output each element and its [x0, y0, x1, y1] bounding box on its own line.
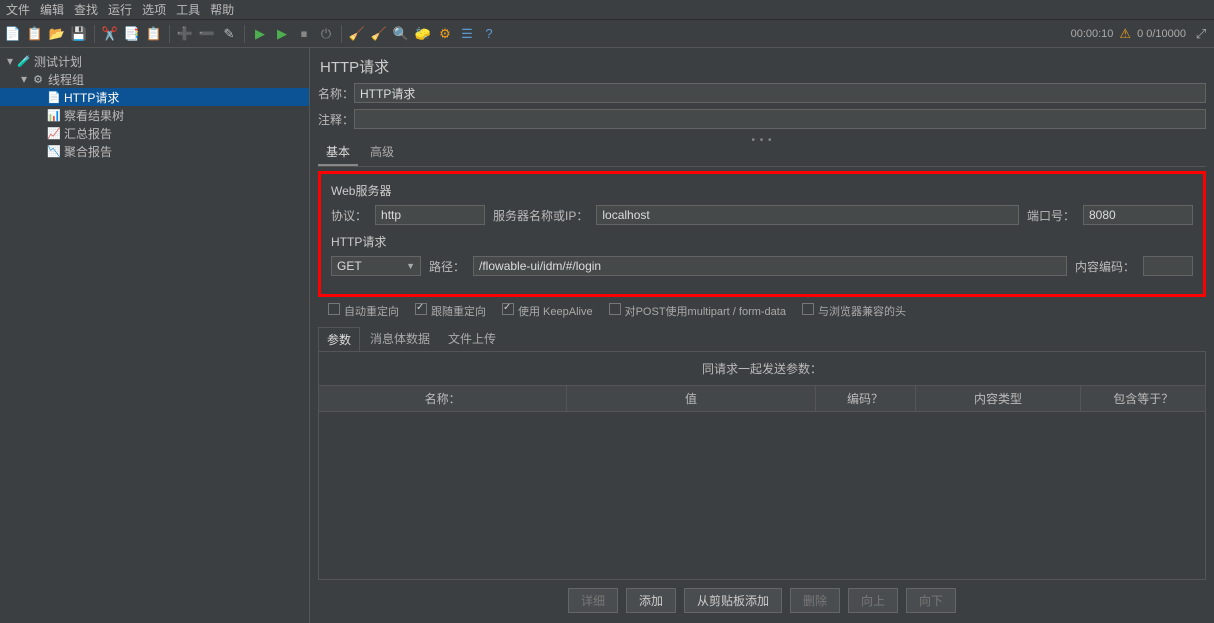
webserver-group-label: Web服务器: [331, 182, 1193, 199]
chk-follow-redirect[interactable]: 跟随重定向: [415, 303, 486, 319]
web-server-section: Web服务器 协议： 服务器名称或IP： 端口号： HTTP请求 GET ▼ 路…: [318, 171, 1206, 297]
col-value: 值: [567, 386, 815, 411]
col-name: 名称：: [319, 386, 567, 411]
test-plan-tree[interactable]: ▾🧪 测试计划 ▾⚙ 线程组 📄 HTTP请求 📊 察看结果树 📈 汇总报告 📉…: [0, 48, 310, 623]
encoding-input[interactable]: [1143, 256, 1193, 276]
server-input[interactable]: [596, 205, 1019, 225]
warning-icon[interactable]: ⚠: [1119, 26, 1131, 42]
save-icon[interactable]: 💾: [70, 25, 88, 43]
panel-title: HTTP请求: [320, 56, 1206, 77]
chk-browser-headers[interactable]: 与浏览器兼容的头: [802, 303, 906, 319]
thread-counts: 0 0/10000: [1137, 28, 1186, 40]
menu-edit[interactable]: 编辑: [40, 1, 64, 18]
tab-basic[interactable]: 基本: [318, 141, 358, 166]
chk-auto-redirect[interactable]: 自动重定向: [328, 303, 399, 319]
method-value: GET: [337, 259, 362, 273]
httpreq-group-label: HTTP请求: [331, 233, 1193, 250]
toolbar: 📄 📋 📂 💾 ✂️ 📑 📋 ➕ ➖ ✎ ▶ ▶ ⏹ ⏻ 🧹 🧹 🔍 🧽 ⚙ ☰…: [0, 20, 1214, 48]
protocol-input[interactable]: [375, 205, 485, 225]
menu-tools[interactable]: 工具: [176, 1, 200, 18]
chk-keepalive[interactable]: 使用 KeepAlive: [502, 303, 593, 319]
col-include: 包含等于？: [1081, 386, 1205, 411]
protocol-label: 协议：: [331, 207, 367, 224]
chk-multipart[interactable]: 对POST使用multipart / form-data: [609, 303, 786, 319]
minus-icon[interactable]: ➖: [198, 25, 216, 43]
stop-icon[interactable]: ⏹: [295, 25, 313, 43]
delete-button[interactable]: 删除: [790, 588, 840, 613]
copy-icon[interactable]: 📑: [123, 25, 141, 43]
help-icon[interactable]: ?: [480, 25, 498, 43]
tab-upload[interactable]: 文件上传: [440, 327, 504, 351]
menu-run[interactable]: 运行: [108, 1, 132, 18]
tree-label: 察看结果树: [64, 107, 124, 124]
function-helper-icon[interactable]: ⚙: [436, 25, 454, 43]
templates-icon[interactable]: 📋: [26, 25, 44, 43]
options-row: 自动重定向 跟随重定向 使用 KeepAlive 对POST使用multipar…: [318, 299, 1206, 323]
down-button[interactable]: 向下: [906, 588, 956, 613]
tree-node-http-request[interactable]: 📄 HTTP请求: [0, 88, 309, 106]
list-icon[interactable]: ☰: [458, 25, 476, 43]
col-content-type: 内容类型: [916, 386, 1082, 411]
elapsed-time: 00:00:10: [1071, 28, 1114, 40]
comment-input[interactable]: [354, 109, 1206, 129]
expand-icon[interactable]: ⤢: [1192, 25, 1210, 43]
tree-label: 测试计划: [34, 53, 82, 70]
wand-icon[interactable]: ✎: [220, 25, 238, 43]
menu-options[interactable]: 选项: [142, 1, 166, 18]
search-icon[interactable]: 🔍: [392, 25, 410, 43]
tree-label: 线程组: [48, 71, 84, 88]
config-tabs: 基本 高级: [318, 141, 1206, 167]
tree-node-summary-report[interactable]: 📈 汇总报告: [0, 124, 309, 142]
params-title: 同请求一起发送参数：: [319, 352, 1205, 385]
params-header: 名称： 值 编码？ 内容类型 包含等于？: [319, 385, 1205, 412]
path-label: 路径：: [429, 258, 465, 275]
method-select[interactable]: GET ▼: [331, 256, 421, 276]
param-tabs: 参数 消息体数据 文件上传: [318, 327, 1206, 351]
encoding-label: 内容编码：: [1075, 258, 1135, 275]
tab-body[interactable]: 消息体数据: [362, 327, 438, 351]
editor-panel: HTTP请求 名称： 注释： • • • 基本 高级 Web服务器 协议： 服务…: [310, 48, 1214, 623]
server-label: 服务器名称或IP：: [493, 207, 588, 224]
cut-icon[interactable]: ✂️: [101, 25, 119, 43]
run-icon[interactable]: ▶: [251, 25, 269, 43]
col-encode: 编码？: [816, 386, 916, 411]
tab-params[interactable]: 参数: [318, 327, 360, 351]
port-label: 端口号：: [1027, 207, 1075, 224]
open-icon[interactable]: 📂: [48, 25, 66, 43]
bottom-button-bar: 详细 添加 从剪贴板添加 删除 向上 向下: [318, 580, 1206, 619]
clear-all-icon[interactable]: 🧹: [370, 25, 388, 43]
new-icon[interactable]: 📄: [4, 25, 22, 43]
name-label: 名称：: [318, 85, 354, 102]
plus-icon[interactable]: ➕: [176, 25, 194, 43]
tree-node-aggregate-report[interactable]: 📉 聚合报告: [0, 142, 309, 160]
tree-label: 聚合报告: [64, 143, 112, 160]
params-table-body[interactable]: [319, 412, 1205, 579]
chevron-down-icon: ▼: [406, 261, 415, 271]
path-input[interactable]: [473, 256, 1067, 276]
comment-label: 注释：: [318, 111, 354, 128]
tree-node-threadgroup[interactable]: ▾⚙ 线程组: [0, 70, 309, 88]
tree-node-testplan[interactable]: ▾🧪 测试计划: [0, 52, 309, 70]
tree-label: HTTP请求: [64, 89, 119, 106]
name-input[interactable]: [354, 83, 1206, 103]
tab-advanced[interactable]: 高级: [362, 141, 402, 166]
menu-search[interactable]: 查找: [74, 1, 98, 18]
reset-search-icon[interactable]: 🧽: [414, 25, 432, 43]
up-button[interactable]: 向上: [848, 588, 898, 613]
menu-help[interactable]: 帮助: [210, 1, 234, 18]
detail-button[interactable]: 详细: [568, 588, 618, 613]
run-notimer-icon[interactable]: ▶: [273, 25, 291, 43]
tree-node-view-results[interactable]: 📊 察看结果树: [0, 106, 309, 124]
paste-icon[interactable]: 📋: [145, 25, 163, 43]
params-panel: 同请求一起发送参数： 名称： 值 编码？ 内容类型 包含等于？: [318, 351, 1206, 580]
menu-file[interactable]: 文件: [6, 1, 30, 18]
add-button[interactable]: 添加: [626, 588, 676, 613]
menubar: 文件 编辑 查找 运行 选项 工具 帮助: [0, 0, 1214, 20]
tree-label: 汇总报告: [64, 125, 112, 142]
clear-icon[interactable]: 🧹: [348, 25, 366, 43]
shutdown-icon[interactable]: ⏻: [317, 25, 335, 43]
port-input[interactable]: [1083, 205, 1193, 225]
clipboard-add-button[interactable]: 从剪贴板添加: [684, 588, 782, 613]
